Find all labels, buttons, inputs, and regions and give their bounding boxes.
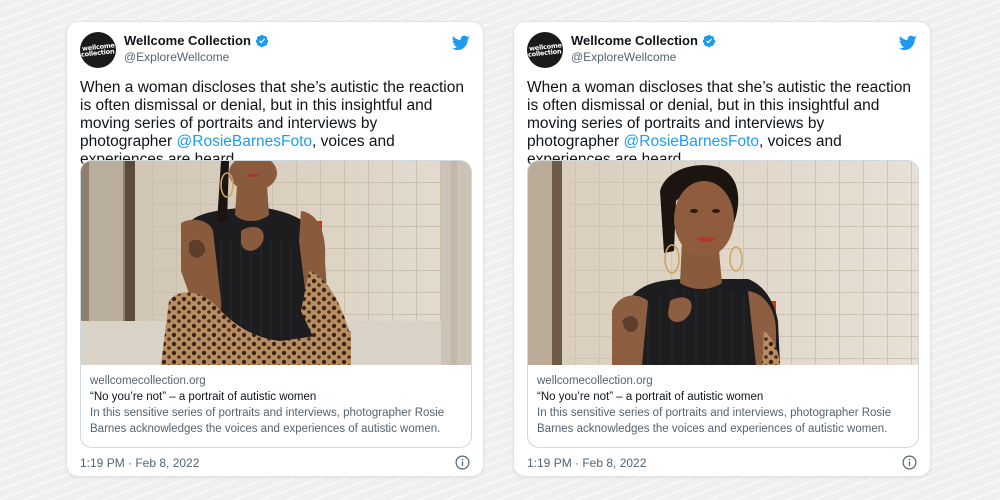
tweet-text: When a woman discloses that she’s autist… [527, 79, 920, 169]
twitter-bird-icon[interactable] [899, 35, 917, 51]
card-meta: wellcomecollection.org “No you’re not” –… [90, 373, 462, 437]
display-name[interactable]: Wellcome Collection [124, 33, 251, 48]
author-names: Wellcome Collection @ExploreWellcome [571, 33, 716, 64]
tweet-text: When a woman discloses that she’s autist… [80, 79, 473, 169]
tweet-header: wellcome collection Wellcome Collection … [527, 32, 917, 70]
link-preview-card[interactable]: wellcomecollection.org “No you’re not” –… [527, 160, 919, 448]
link-preview-card[interactable]: wellcomecollection.org “No you’re not” –… [80, 160, 472, 448]
tweet-header: wellcome collection Wellcome Collection … [80, 32, 470, 70]
mention-link[interactable]: @RosieBarnesFoto [624, 133, 760, 150]
card-domain: wellcomecollection.org [90, 375, 206, 387]
avatar-text-line2: collection [80, 47, 116, 59]
mention-link[interactable]: @RosieBarnesFoto [177, 133, 313, 150]
verified-badge-icon [255, 34, 269, 47]
timestamp[interactable]: 1:19 PM · Feb 8, 2022 [527, 456, 646, 470]
info-icon[interactable] [455, 455, 470, 470]
tweet-footer: 1:19 PM · Feb 8, 2022 [80, 454, 470, 472]
portrait-photo [528, 161, 918, 365]
tweet-card[interactable]: wellcome collection Wellcome Collection … [513, 21, 931, 477]
card-description: In this sensitive series of portraits an… [537, 407, 892, 435]
info-icon[interactable] [902, 455, 917, 470]
portrait-photo [81, 161, 471, 365]
author-names: Wellcome Collection @ExploreWellcome [124, 33, 269, 64]
card-title: “No you’re not” – a portrait of autistic… [537, 391, 764, 403]
card-description: In this sensitive series of portraits an… [90, 407, 445, 435]
avatar-text-line2: collection [527, 47, 563, 59]
display-name-row: Wellcome Collection [124, 33, 269, 48]
twitter-bird-icon[interactable] [452, 35, 470, 51]
card-image[interactable] [81, 161, 471, 365]
card-meta: wellcomecollection.org “No you’re not” –… [537, 373, 909, 437]
card-image[interactable] [528, 161, 918, 365]
timestamp[interactable]: 1:19 PM · Feb 8, 2022 [80, 456, 199, 470]
card-title: “No you’re not” – a portrait of autistic… [90, 391, 317, 403]
author-handle[interactable]: @ExploreWellcome [571, 50, 716, 64]
display-name-row: Wellcome Collection [571, 33, 716, 48]
tweet-footer: 1:19 PM · Feb 8, 2022 [527, 454, 917, 472]
author-handle[interactable]: @ExploreWellcome [124, 50, 269, 64]
tweet-card[interactable]: wellcome collection Wellcome Collection … [66, 21, 484, 477]
card-domain: wellcomecollection.org [537, 375, 653, 387]
avatar[interactable]: wellcome collection [80, 32, 116, 68]
avatar[interactable]: wellcome collection [527, 32, 563, 68]
verified-badge-icon [702, 34, 716, 47]
display-name[interactable]: Wellcome Collection [571, 33, 698, 48]
